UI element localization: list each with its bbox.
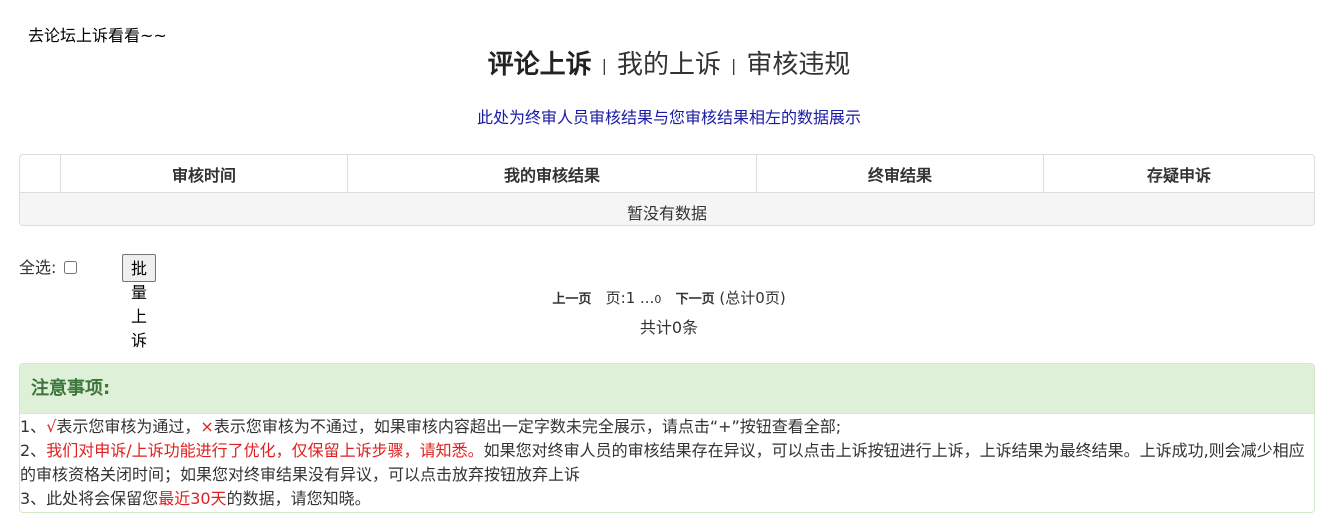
tab-separator: | [601,56,607,75]
table-header-review-time: 审核时间 [60,155,348,193]
note-line-3: 3、此处将会保留您最近30天的数据，请您知晓。 [20,487,1314,511]
notes-title: 注意事项: [20,364,1314,414]
tab-my-appeals[interactable]: 我的上诉 [613,50,725,80]
note-3-highlight: 最近30天 [158,489,227,508]
appeal-table: 审核时间 我的审核结果 终审结果 存疑申诉 暂没有数据 [19,154,1315,226]
table-header-my-result: 我的审核结果 [347,155,757,193]
note-2-highlight: 我们对申诉/上诉功能进行了优化，仅保留上诉步骤，请知悉。 [46,441,484,460]
note-1-number: 1、 [20,417,47,436]
note-3-text-a: 3、此处将会保留您 [20,489,159,508]
note-line-2: 2、我们对申诉/上诉功能进行了优化，仅保留上诉步骤，请知悉。如果您对终审人员的审… [20,439,1314,487]
tab-comment-appeal[interactable]: 评论上诉 [484,50,596,80]
note-1-text-a: 表示您审核为通过， [56,417,201,436]
page-indicator-small: 0 [654,293,662,306]
table-header-row: 审核时间 我的审核结果 终审结果 存疑申诉 [20,155,1314,193]
table-header-select [20,155,61,193]
note-2-number: 2、 [20,441,47,460]
note-3-text-b: 的数据，请您知晓。 [226,489,371,508]
prev-page-link[interactable]: 上一页 [552,292,591,307]
table-header-dispute: 存疑申诉 [1043,155,1314,193]
data-notice: 此处为终审人员审核结果与您审核结果相左的数据展示 [476,108,861,127]
batch-appeal-button[interactable]: 批量上诉 [122,254,157,350]
note-line-1: 1、√表示您审核为通过，×表示您审核为不通过，如果审核内容超出一定字数未完全展示… [20,415,1314,439]
page-indicator: 页:1 ... [605,289,655,307]
note-1-text-b: 表示您审核为不通过，如果审核内容超出一定字数未完全展示，请点击“+”按钮查看全部… [213,417,842,436]
appeal-tabs: 评论上诉 | 我的上诉 | 审核违规 [0,44,1338,81]
forum-appeal-link[interactable]: 去论坛上诉看看~~ [28,22,167,46]
table-empty-message: 暂没有数据 [20,192,1314,225]
next-page-link[interactable]: 下一页 [676,292,715,307]
pagination: 上一页 页:1 ...0 下一页 (总计0页) [0,287,1338,308]
tab-separator: | [731,56,737,75]
select-all-checkbox[interactable] [64,261,78,274]
tab-review-violations[interactable]: 审核违规 [742,50,854,80]
notes-body: 1、√表示您审核为通过，×表示您审核为不通过，如果审核内容超出一定字数未完全展示… [20,414,1314,511]
select-all-label: 全选: [19,258,57,277]
table-row: 暂没有数据 [20,192,1314,225]
total-count: 共计0条 [639,318,699,337]
batch-controls: 全选: 批量上诉 [19,254,157,350]
check-mark-icon: √ [46,417,57,436]
notes-panel: 注意事项: 1、√表示您审核为通过，×表示您审核为不通过，如果审核内容超出一定字… [19,363,1315,513]
total-pages: (总计0页) [719,289,786,307]
cross-mark-icon: × [200,417,214,436]
table-header-final-result: 终审结果 [756,155,1044,193]
